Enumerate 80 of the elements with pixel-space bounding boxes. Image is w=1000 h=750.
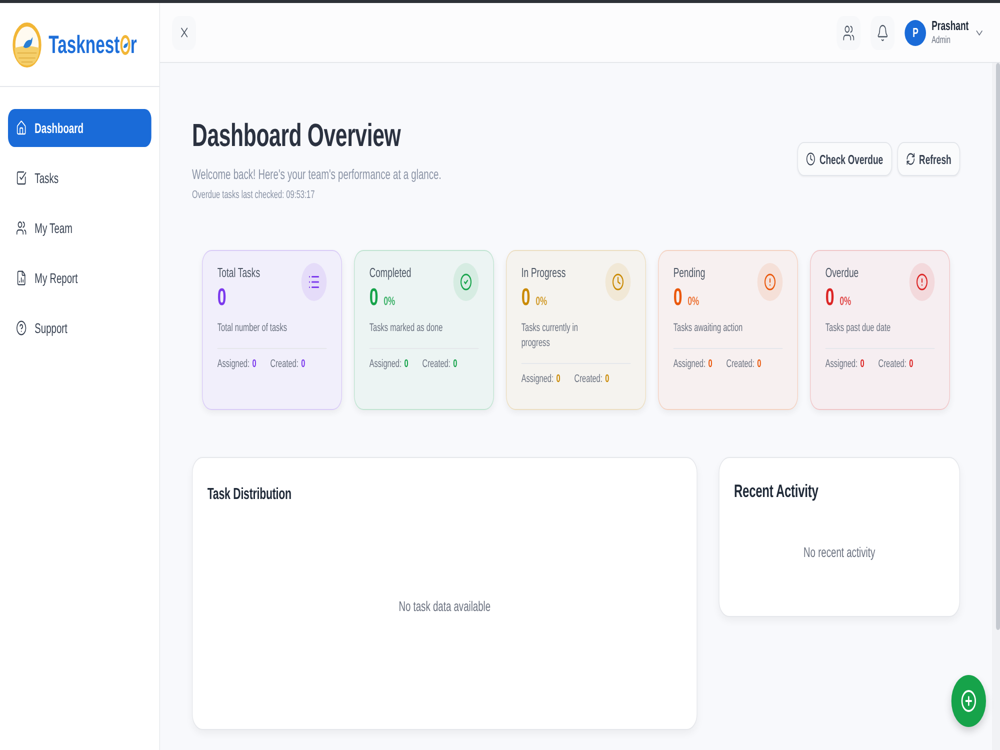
stat-percent: 0%: [840, 294, 852, 308]
card-title: Recent Activity: [734, 480, 820, 502]
sidebar-item[interactable]: Dashboard: [8, 109, 152, 147]
created-count: 0: [605, 372, 610, 386]
page-subtitle: Welcome back! Here's your team's performance at a glance.: [192, 165, 442, 184]
assigned-label: Assigned:: [673, 357, 706, 371]
created-label: Created:: [422, 357, 450, 371]
assigned-label: Assigned:: [369, 357, 402, 371]
user-avatar[interactable]: P: [904, 20, 926, 46]
logo-text: r: [130, 30, 137, 60]
stat-percent: 0%: [384, 294, 396, 308]
stat-description: Tasks awaiting action: [673, 321, 744, 336]
alert-icon: [757, 263, 783, 301]
team-button[interactable]: [836, 16, 861, 50]
empty-state-text: No task data available: [398, 597, 491, 616]
assigned-count: 0: [404, 357, 408, 371]
user-role: Admin: [932, 34, 952, 47]
list-icon: [301, 263, 327, 301]
alert-icon: [909, 263, 935, 301]
stat-title: Overdue: [825, 265, 860, 281]
created-label: Created:: [574, 372, 602, 386]
created-label: Created:: [726, 357, 754, 371]
users-icon: [842, 24, 855, 42]
stat-title: Total Tasks: [217, 265, 262, 281]
created-count: 0: [453, 357, 458, 371]
plus-circle-icon: [960, 689, 977, 713]
assigned-count: 0: [252, 357, 256, 371]
empty-state-text: No recent activity: [804, 543, 876, 562]
refresh-icon: [906, 152, 916, 166]
page-title: Dashboard Overview: [192, 116, 402, 154]
sidebar-item[interactable]: Tasks: [8, 159, 152, 197]
assigned-label: Assigned:: [217, 357, 250, 371]
add-button[interactable]: [951, 675, 986, 727]
help-icon: [16, 320, 27, 336]
card-title: Task Distribution: [207, 485, 292, 505]
action-button[interactable]: Check Overdue: [797, 142, 892, 176]
stat-description: Total number of tasks: [217, 321, 288, 336]
stat-description: Tasks currently in progress: [521, 321, 579, 351]
close-button[interactable]: [172, 16, 196, 50]
assigned-count: 0: [708, 357, 712, 371]
sidebar-item[interactable]: Support: [8, 309, 152, 347]
user-name: Prashant: [932, 18, 969, 34]
sidebar-item[interactable]: My Team: [8, 209, 152, 247]
bell-icon: [876, 24, 889, 42]
clock-icon: [806, 152, 816, 166]
home-icon: [16, 120, 27, 136]
assigned-count: 0: [556, 372, 560, 386]
assigned-label: Assigned:: [521, 372, 554, 386]
stat-value: 0: [521, 285, 530, 311]
stat-value: 0: [217, 285, 226, 311]
notifications-button[interactable]: [870, 16, 895, 50]
checkbox-icon: [16, 170, 27, 186]
stat-percent: 0%: [536, 294, 548, 308]
chart-file-icon: [16, 270, 27, 286]
logo-text: Tasknest: [48, 30, 120, 60]
assigned-count: 0: [860, 357, 864, 371]
scrollbar-thumb[interactable]: [996, 63, 1000, 630]
sidebar-item[interactable]: My Report: [8, 259, 152, 297]
created-count: 0: [909, 357, 914, 371]
assigned-label: Assigned:: [825, 357, 858, 371]
action-button[interactable]: Refresh: [897, 142, 960, 176]
stat-title: Completed: [369, 265, 412, 281]
last-checked-text: Overdue tasks last checked: 09:53:17: [192, 188, 316, 202]
check-circle-icon: [453, 263, 479, 301]
created-count: 0: [757, 357, 762, 371]
stat-description: Tasks marked as done: [369, 321, 444, 336]
stat-description: Tasks past due date: [825, 321, 892, 336]
nest-logo-icon: [12, 22, 42, 68]
users-icon: [16, 220, 27, 236]
stat-value: 0: [825, 285, 834, 311]
created-count: 0: [301, 357, 306, 371]
clock-icon: [605, 263, 631, 301]
ring-bird-icon: [120, 34, 130, 56]
stat-percent: 0%: [688, 294, 700, 308]
stat-value: 0: [673, 285, 682, 311]
stat-title: In Progress: [521, 265, 567, 281]
stat-title: Pending: [673, 265, 706, 281]
created-label: Created:: [270, 357, 298, 371]
stat-value: 0: [369, 285, 378, 311]
created-label: Created:: [878, 357, 906, 371]
